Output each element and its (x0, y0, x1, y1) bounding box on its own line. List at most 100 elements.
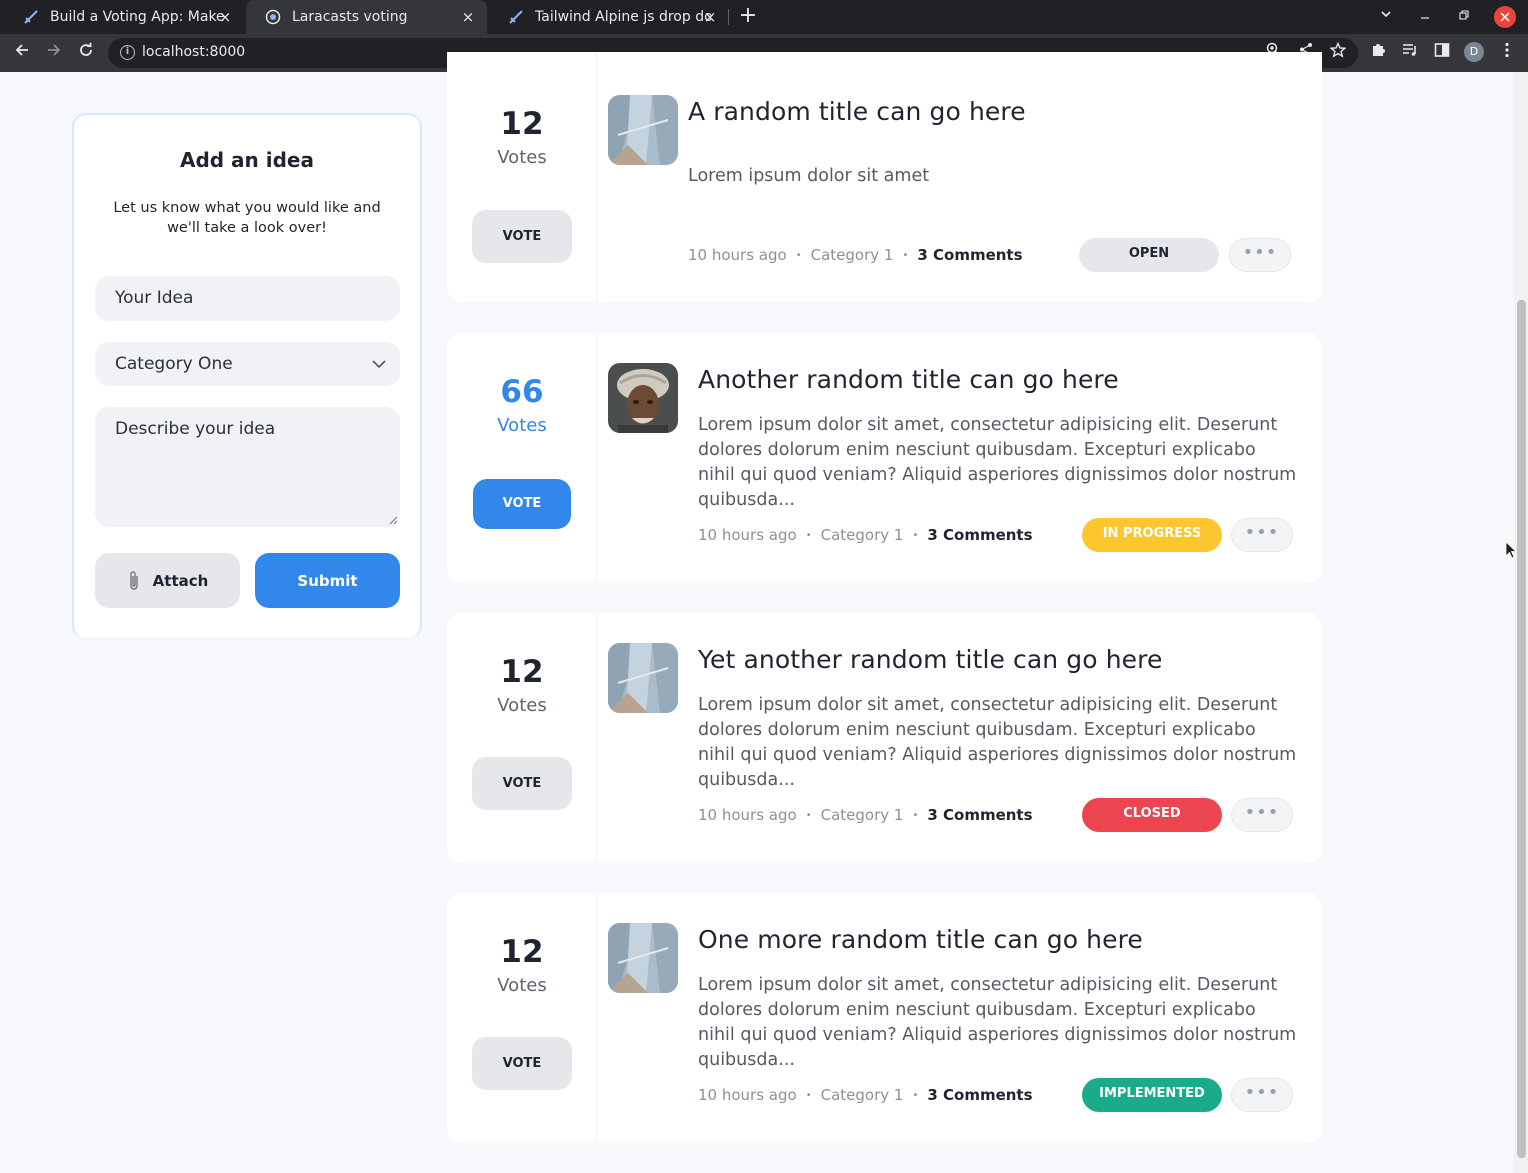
new-tab-button[interactable]: + (736, 5, 760, 29)
tab-divider (728, 9, 729, 25)
laracasts-favicon-icon (507, 8, 525, 26)
meta-separator: • (902, 249, 909, 261)
attach-button[interactable]: Attach (95, 553, 240, 608)
submit-button[interactable]: Submit (255, 553, 400, 608)
window-close-icon[interactable] (1494, 6, 1516, 28)
vote-column: 12 Votes VOTE (447, 52, 597, 302)
idea-title[interactable]: One more random title can go here (698, 925, 1143, 954)
back-arrow-icon[interactable] (11, 42, 33, 64)
add-idea-subtitle: Let us know what you would like and we'l… (113, 200, 381, 236)
tab-laracasts-voting[interactable]: Laracasts voting × (246, 0, 487, 34)
extensions-puzzle-icon[interactable] (1367, 42, 1389, 64)
idea-description: Lorem ipsum dolor sit amet (688, 166, 930, 186)
tab-close-icon[interactable]: × (701, 8, 719, 26)
vote-count: 12 (500, 106, 544, 142)
idea-meta: 10 hours ago • Category 1 • 3 Comments (698, 1086, 1033, 1104)
tab-close-icon[interactable]: × (216, 8, 234, 26)
attach-label: Attach (152, 571, 209, 590)
idea-comments-link[interactable]: 3 Comments (927, 526, 1032, 544)
idea-time: 10 hours ago (698, 1086, 797, 1104)
media-queue-icon[interactable] (1399, 42, 1421, 64)
profile-avatar[interactable]: D (1464, 42, 1484, 62)
globe-favicon-icon (264, 8, 282, 26)
idea-avatar[interactable] (608, 363, 678, 433)
side-panel-icon[interactable] (1431, 42, 1453, 64)
vote-column: 66 Votes VOTE (447, 333, 597, 583)
idea-comments-link[interactable]: 3 Comments (917, 246, 1022, 264)
category-select[interactable]: Category One (95, 342, 400, 386)
minimize-icon[interactable] (1414, 6, 1436, 28)
vote-button[interactable]: VOTE (472, 1037, 572, 1090)
idea-title[interactable]: Another random title can go here (698, 365, 1119, 394)
more-options-button[interactable]: ••• (1231, 518, 1293, 552)
resize-grip-icon[interactable] (389, 516, 398, 525)
vote-button[interactable]: VOTE (473, 479, 571, 529)
idea-description-textarea[interactable]: Describe your idea (95, 407, 400, 527)
add-idea-panel: Add an idea Let us know what you would l… (72, 113, 422, 639)
meta-separator: • (912, 1089, 919, 1101)
idea-description: Lorem ipsum dolor sit amet, consectetur … (698, 695, 1297, 790)
idea-avatar[interactable] (608, 95, 678, 165)
idea-meta: 10 hours ago • Category 1 • 3 Comments (698, 806, 1033, 824)
idea-title[interactable]: A random title can go here (688, 97, 1026, 126)
idea-meta: 10 hours ago • Category 1 • 3 Comments (688, 246, 1023, 264)
vote-count: 12 (500, 934, 544, 970)
status-badge: IN PROGRESS (1082, 518, 1222, 552)
idea-time: 10 hours ago (698, 526, 797, 544)
tab-build-voting-app[interactable]: Build a Voting App: Make × (4, 0, 244, 34)
reload-icon[interactable] (75, 42, 97, 64)
idea-card[interactable]: 12 Votes VOTE Yet another random title c… (447, 613, 1322, 863)
chrome-menu-icon[interactable] (1496, 42, 1518, 64)
idea-title-input[interactable]: Your Idea (95, 276, 400, 321)
idea-meta: 10 hours ago • Category 1 • 3 Comments (698, 526, 1033, 544)
idea-category: Category 1 (820, 526, 904, 544)
category-selected-value: Category One (115, 354, 233, 374)
bookmark-star-icon[interactable] (1327, 41, 1349, 64)
forward-arrow-icon[interactable] (43, 42, 65, 64)
tab-title: Laracasts voting (292, 9, 408, 25)
idea-avatar[interactable] (608, 923, 678, 993)
meta-separator: • (795, 249, 802, 261)
vote-label: Votes (497, 695, 547, 716)
page-scrollbar-thumb[interactable] (1517, 300, 1526, 1158)
restore-icon[interactable] (1453, 6, 1475, 28)
idea-category: Category 1 (820, 1086, 904, 1104)
vote-button[interactable]: VOTE (472, 757, 572, 810)
tab-search-chevron-icon[interactable] (1375, 6, 1397, 28)
more-options-button[interactable]: ••• (1229, 238, 1291, 272)
description-placeholder: Describe your idea (115, 419, 276, 439)
status-badge: OPEN (1079, 238, 1219, 272)
meta-separator: • (912, 529, 919, 541)
browser-tab-strip: Build a Voting App: Make × Laracasts vot… (0, 0, 1528, 34)
vote-count: 66 (500, 374, 544, 410)
laracasts-favicon-icon (22, 8, 40, 26)
idea-category: Category 1 (810, 246, 894, 264)
vote-label: Votes (497, 147, 547, 168)
more-options-button[interactable]: ••• (1231, 798, 1293, 832)
idea-description: Lorem ipsum dolor sit amet, consectetur … (698, 975, 1297, 1070)
image-icon (608, 923, 678, 993)
tab-close-icon[interactable]: × (459, 8, 477, 26)
status-badge: CLOSED (1082, 798, 1222, 832)
more-options-button[interactable]: ••• (1231, 1078, 1293, 1112)
meta-separator: • (912, 809, 919, 821)
idea-title[interactable]: Yet another random title can go here (698, 645, 1162, 674)
vote-count: 12 (500, 654, 544, 690)
url-text[interactable]: localhost:8000 (142, 44, 245, 60)
idea-time: 10 hours ago (688, 246, 787, 264)
idea-comments-link[interactable]: 3 Comments (927, 806, 1032, 824)
vote-button[interactable]: VOTE (472, 210, 572, 263)
idea-avatar[interactable] (608, 643, 678, 713)
idea-card[interactable]: 66 Votes VOTE Another random title can g… (447, 333, 1322, 583)
tab-title: Build a Voting App: Make (50, 9, 225, 25)
paperclip-icon (129, 570, 138, 590)
site-info-icon[interactable]: i (120, 45, 135, 60)
idea-comments-link[interactable]: 3 Comments (927, 1086, 1032, 1104)
idea-card[interactable]: 12 Votes VOTE A random title can go here… (447, 52, 1322, 302)
idea-card[interactable]: 12 Votes VOTE One more random title can … (447, 893, 1322, 1143)
meta-separator: • (805, 529, 812, 541)
chevron-down-icon (372, 360, 386, 369)
vote-column: 12 Votes VOTE (447, 613, 597, 863)
submit-label: Submit (297, 571, 358, 590)
tab-tailwind-alpine[interactable]: Tailwind Alpine js drop do × (489, 0, 729, 34)
